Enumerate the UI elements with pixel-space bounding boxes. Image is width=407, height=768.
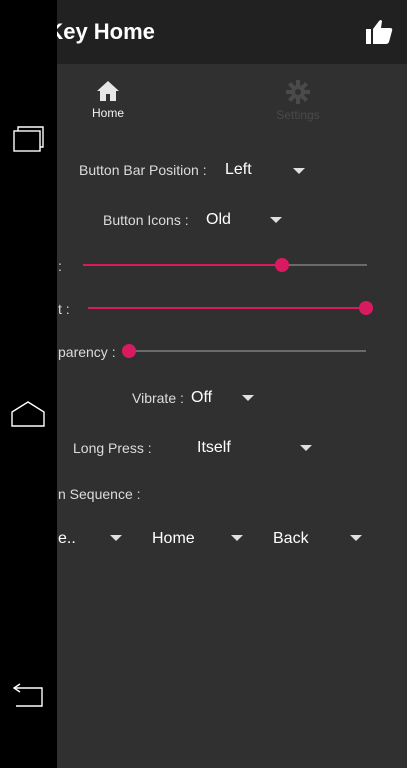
transparency-thumb[interactable] xyxy=(122,344,136,358)
sequence-value-3: Back xyxy=(273,530,309,547)
slider-1-thumb[interactable] xyxy=(274,258,289,272)
gear-icon xyxy=(286,80,310,104)
slider-2-thumb[interactable] xyxy=(359,301,373,315)
slider-2-fill xyxy=(88,307,366,309)
vibrate-label: Vibrate : xyxy=(132,390,184,406)
home-icon[interactable] xyxy=(10,400,46,430)
home-icon xyxy=(97,81,119,101)
slider-1-fill xyxy=(83,264,282,266)
tab-settings-label: Settings xyxy=(276,108,320,122)
slider-1-label: : xyxy=(58,258,62,274)
slider-2-label: t : xyxy=(58,301,70,317)
chevron-down-icon xyxy=(231,535,243,541)
button-bar-position-value: Left xyxy=(225,161,252,178)
button-icons-label: Button Icons : xyxy=(103,212,189,228)
vibrate-value: Off xyxy=(191,389,213,406)
sequence-value-1: e.. xyxy=(58,530,76,547)
long-press-value: Itself xyxy=(197,439,231,456)
chevron-down-icon xyxy=(293,168,305,174)
transparency-track[interactable] xyxy=(129,350,366,352)
long-press-label: Long Press : xyxy=(73,440,152,456)
chevron-down-icon xyxy=(300,445,312,451)
thumbs-up-icon[interactable] xyxy=(365,19,393,45)
tab-home-label: Home xyxy=(91,106,124,120)
chevron-down-icon xyxy=(270,217,282,223)
sequence-value-2: Home xyxy=(152,530,195,547)
transparency-label: parency : xyxy=(58,344,116,360)
button-bar-position-label: Button Bar Position : xyxy=(79,162,207,178)
button-icons-value: Old xyxy=(206,211,231,228)
tab-home[interactable]: Home xyxy=(63,80,153,120)
app-bar: tKey Home xyxy=(0,0,407,64)
tab-settings[interactable]: Settings xyxy=(253,80,343,122)
recents-icon[interactable] xyxy=(10,125,46,155)
chevron-down-icon xyxy=(350,535,362,541)
system-navigation-bar xyxy=(0,0,57,768)
chevron-down-icon xyxy=(242,395,254,401)
sequence-label: n Sequence : xyxy=(58,486,141,502)
app-title: tKey Home xyxy=(40,19,155,44)
back-icon[interactable] xyxy=(10,678,46,708)
chevron-down-icon xyxy=(110,535,122,541)
